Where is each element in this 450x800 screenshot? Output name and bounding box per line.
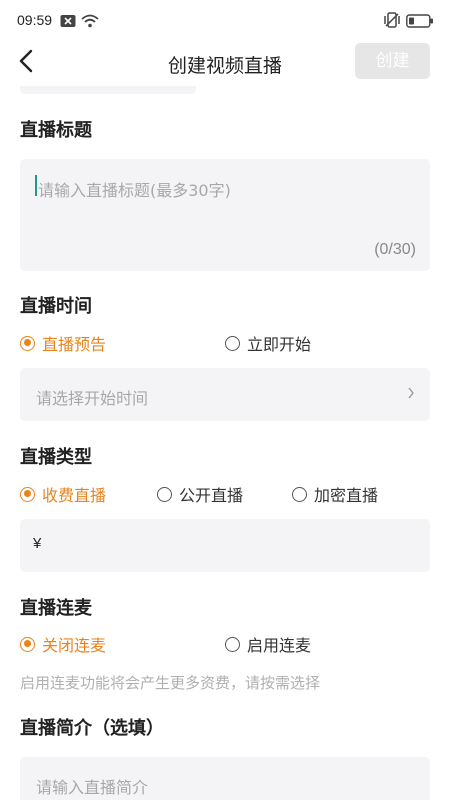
- radio-label: 公开直播: [179, 486, 244, 505]
- title-input[interactable]: 请输入直播标题(最多30字) (0/30): [20, 159, 430, 271]
- title-section-label: 直播标题: [20, 120, 92, 141]
- radio-label: 启用连麦: [247, 636, 312, 655]
- radio-unselected-icon: [292, 486, 307, 502]
- status-bar: 09:59: [0, 0, 450, 40]
- header: 创建视频直播 创建: [0, 40, 450, 86]
- text-caret: [35, 175, 37, 196]
- partial-field: [20, 86, 196, 94]
- status-time: 09:59: [17, 12, 53, 28]
- radio-encrypted-live[interactable]: 加密直播: [292, 482, 378, 506]
- vibrate-icon: [383, 12, 401, 32]
- intro-section-label: 直播简介（选填）: [20, 718, 164, 739]
- radio-live-preview[interactable]: 直播预告: [20, 331, 106, 355]
- radio-selected-icon: [20, 486, 35, 502]
- title-char-counter: (0/30): [374, 241, 416, 258]
- radio-unselected-icon: [225, 335, 240, 351]
- time-radio-group: 直播预告 立即开始: [20, 331, 430, 355]
- radio-label: 加密直播: [314, 486, 379, 505]
- mic-radio-group: 关闭连麦 启用连麦: [20, 632, 430, 656]
- start-time-picker[interactable]: 请选择开始时间: [20, 368, 430, 421]
- start-time-placeholder: 请选择开始时间: [36, 389, 149, 408]
- radio-label: 直播预告: [42, 335, 107, 354]
- price-input[interactable]: ¥: [20, 519, 430, 572]
- radio-selected-icon: [20, 335, 35, 351]
- intro-placeholder: 请输入直播简介: [36, 778, 149, 797]
- radio-public-live[interactable]: 公开直播: [157, 482, 243, 506]
- type-section-label: 直播类型: [20, 447, 92, 468]
- create-button[interactable]: 创建: [355, 43, 430, 79]
- radio-unselected-icon: [225, 636, 240, 652]
- radio-mic-off[interactable]: 关闭连麦: [20, 632, 106, 656]
- time-section-label: 直播时间: [20, 296, 92, 317]
- type-radio-group: 收费直播 公开直播 加密直播: [20, 482, 430, 506]
- wifi-icon: [81, 13, 99, 32]
- radio-unselected-icon: [157, 486, 172, 502]
- currency-symbol: ¥: [33, 535, 42, 552]
- radio-start-now[interactable]: 立即开始: [225, 331, 311, 355]
- notification-x-icon: [60, 13, 76, 32]
- intro-input[interactable]: 请输入直播简介: [20, 757, 430, 800]
- title-placeholder: 请输入直播标题(最多30字): [38, 181, 231, 200]
- radio-label: 收费直播: [42, 486, 107, 505]
- mic-section-label: 直播连麦: [20, 598, 92, 619]
- radio-mic-on[interactable]: 启用连麦: [225, 632, 311, 656]
- radio-paid-live[interactable]: 收费直播: [20, 482, 106, 506]
- mic-hint-text: 启用连麦功能将会产生更多资费，请按需选择: [20, 674, 321, 692]
- radio-selected-icon: [20, 636, 35, 652]
- radio-label: 立即开始: [247, 335, 312, 354]
- battery-icon: [406, 13, 434, 32]
- radio-label: 关闭连麦: [42, 636, 107, 655]
- chevron-right-icon: [406, 384, 416, 406]
